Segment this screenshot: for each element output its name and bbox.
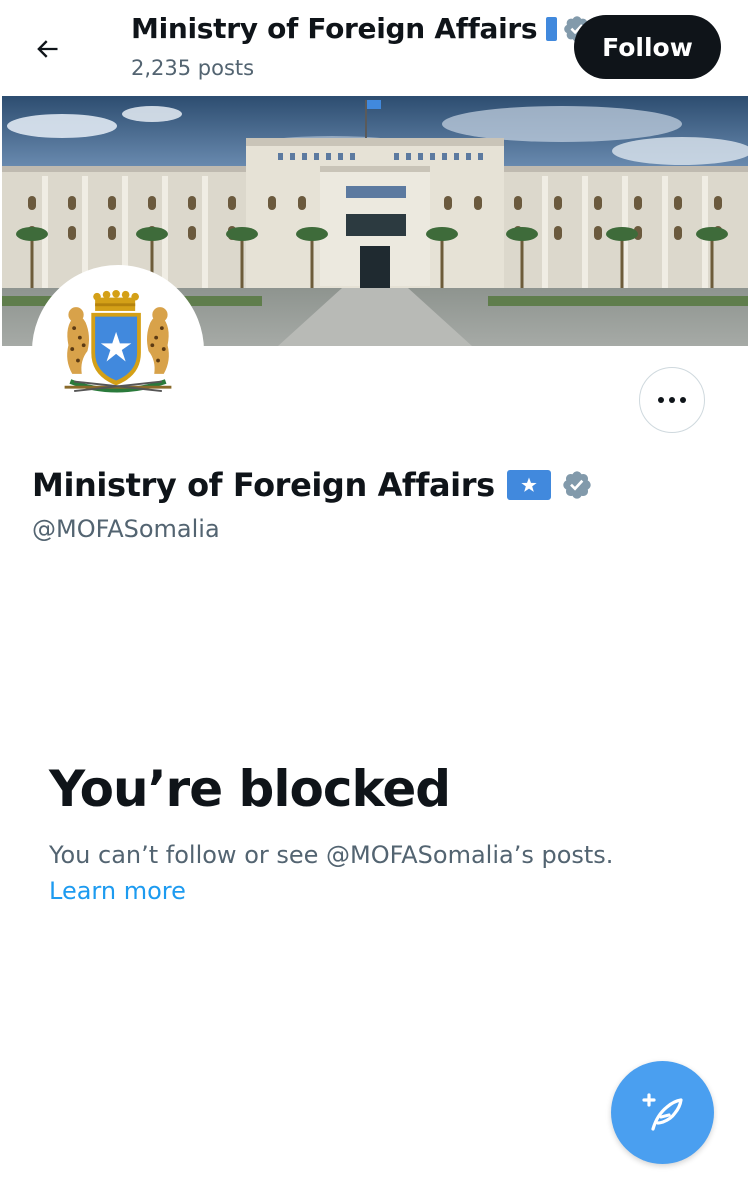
follow-button[interactable]: Follow bbox=[574, 15, 721, 79]
top-bar: Ministry of Foreign Affairs 2,235 posts … bbox=[0, 0, 750, 96]
profile-name-row: Ministry of Foreign Affairs bbox=[32, 466, 593, 504]
learn-more-link[interactable]: Learn more bbox=[49, 877, 186, 905]
more-horizontal-icon bbox=[658, 397, 686, 403]
somalia-flag-icon bbox=[506, 470, 551, 500]
posts-count: 2,235 posts bbox=[131, 56, 255, 80]
more-options-button[interactable] bbox=[639, 367, 705, 433]
somalia-coat-of-arms-icon bbox=[36, 269, 200, 433]
profile-handle: @MOFASomalia bbox=[32, 515, 220, 543]
verified-badge-icon[interactable] bbox=[561, 469, 593, 501]
profile-avatar[interactable] bbox=[32, 265, 204, 437]
header-title: Ministry of Foreign Affairs bbox=[131, 12, 538, 45]
header-title-group: Ministry of Foreign Affairs bbox=[131, 12, 592, 45]
flag-star-icon bbox=[521, 477, 537, 492]
arrow-left-icon bbox=[37, 40, 58, 58]
profile-display-name: Ministry of Foreign Affairs bbox=[32, 466, 495, 504]
flag-icon bbox=[546, 16, 558, 41]
blocked-title: You’re blocked bbox=[49, 760, 451, 818]
back-button[interactable] bbox=[22, 24, 72, 74]
compose-post-button[interactable] bbox=[611, 1061, 714, 1164]
blocked-description: You can’t follow or see @MOFASomalia’s p… bbox=[49, 841, 614, 869]
compose-post-icon bbox=[641, 1092, 683, 1131]
